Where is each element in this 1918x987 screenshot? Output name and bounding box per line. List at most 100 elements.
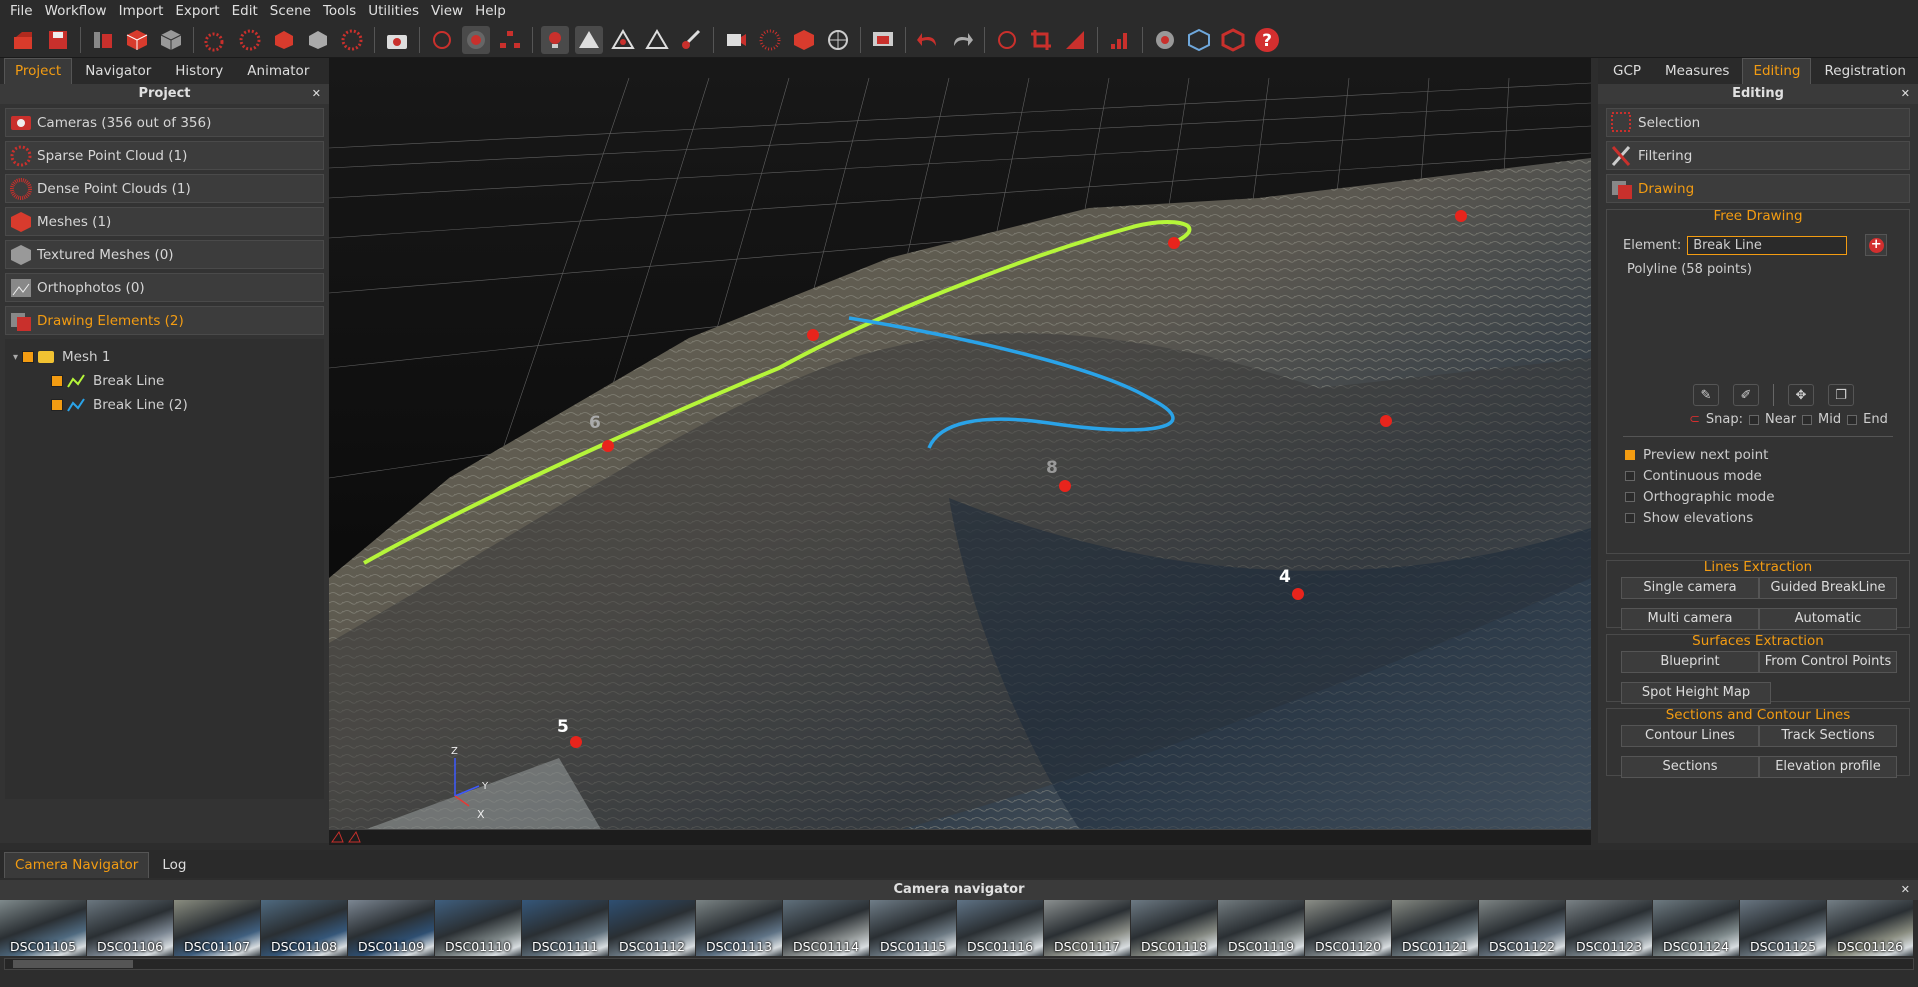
align-icon[interactable] bbox=[89, 26, 117, 54]
camera-thumbnail[interactable]: DSC01114 bbox=[783, 900, 869, 956]
camera-thumbnail[interactable]: DSC01124 bbox=[1653, 900, 1739, 956]
menu-file[interactable]: File bbox=[4, 3, 39, 19]
copy-icon[interactable]: ❐ bbox=[1828, 384, 1854, 406]
project-item-textured[interactable]: Textured Meshes (0) bbox=[5, 240, 324, 269]
tree-row-mesh[interactable]: ▾ Mesh 1 bbox=[5, 345, 324, 369]
brush-icon[interactable] bbox=[677, 26, 705, 54]
undo-icon[interactable] bbox=[914, 26, 942, 54]
help-icon[interactable]: ? bbox=[1253, 26, 1281, 54]
snap-mid-checkbox[interactable] bbox=[1802, 414, 1813, 425]
menu-export[interactable]: Export bbox=[169, 3, 225, 19]
gcp-marker[interactable] bbox=[1380, 415, 1392, 427]
checkbox[interactable] bbox=[1625, 491, 1635, 502]
video-camera-icon[interactable] bbox=[722, 26, 750, 54]
camera-thumbnail[interactable]: DSC01119 bbox=[1218, 900, 1304, 956]
elevation-profile-button[interactable]: Elevation profile bbox=[1759, 756, 1897, 778]
multi-camera-button[interactable]: Multi camera bbox=[1621, 608, 1759, 630]
gcp-marker[interactable] bbox=[1455, 210, 1467, 222]
triangle-wire-icon[interactable] bbox=[643, 26, 671, 54]
camera-thumbnail[interactable]: DSC01112 bbox=[609, 900, 695, 956]
tab-project[interactable]: Project bbox=[4, 58, 73, 84]
spot-height-map-button[interactable]: Spot Height Map bbox=[1621, 682, 1771, 704]
red-cube-icon[interactable] bbox=[1219, 26, 1247, 54]
tab-navigator[interactable]: Navigator bbox=[74, 58, 162, 84]
camera-thumbnail[interactable]: DSC01118 bbox=[1131, 900, 1217, 956]
collapse-icon[interactable]: ▾ bbox=[13, 352, 18, 363]
gcp-marker[interactable] bbox=[570, 736, 582, 748]
tree-row-breakline[interactable]: Break Line bbox=[5, 369, 324, 393]
tab-registration[interactable]: Registration bbox=[1813, 58, 1916, 84]
edit-polyline-icon[interactable]: ✎ bbox=[1693, 384, 1719, 406]
guided-breakline-button[interactable]: Guided BreakLine bbox=[1759, 577, 1897, 599]
menu-utilities[interactable]: Utilities bbox=[362, 3, 425, 19]
3d-viewport[interactable]: 6 8 4 5 Z Y X bbox=[329, 58, 1591, 843]
gcp-marker[interactable] bbox=[1168, 237, 1180, 249]
tab-editing[interactable]: Editing bbox=[1742, 58, 1812, 84]
dense-export-icon[interactable] bbox=[236, 26, 264, 54]
dot-sphere-icon[interactable] bbox=[756, 26, 784, 54]
opt-continuous[interactable]: Continuous mode bbox=[1607, 465, 1909, 486]
tab-measures[interactable]: Measures bbox=[1654, 58, 1740, 84]
ruler-icon[interactable] bbox=[1061, 26, 1089, 54]
settings-gear-icon[interactable] bbox=[1151, 26, 1179, 54]
redo-icon[interactable] bbox=[948, 26, 976, 54]
gcp-marker[interactable] bbox=[602, 440, 614, 452]
project-item-ortho[interactable]: Orthophotos (0) bbox=[5, 273, 324, 302]
snap-near-checkbox[interactable] bbox=[1749, 414, 1759, 425]
new-project-icon[interactable] bbox=[10, 26, 38, 54]
target-icon[interactable] bbox=[462, 25, 490, 54]
opt-elevations[interactable]: Show elevations bbox=[1607, 507, 1909, 528]
close-icon[interactable]: ✕ bbox=[312, 84, 321, 104]
mesh-cube-icon[interactable] bbox=[123, 26, 151, 54]
move-icon[interactable]: ✥ bbox=[1788, 384, 1814, 406]
tab-history[interactable]: History bbox=[164, 58, 234, 84]
project-item-drawing[interactable]: Drawing Elements (2) bbox=[5, 306, 324, 335]
blueprint-button[interactable]: Blueprint bbox=[1621, 651, 1759, 673]
menu-scene[interactable]: Scene bbox=[264, 3, 317, 19]
ortho-export-icon[interactable] bbox=[338, 26, 366, 54]
track-sections-button[interactable]: Track Sections bbox=[1759, 725, 1897, 747]
project-item-dense[interactable]: Dense Point Clouds (1) bbox=[5, 174, 324, 203]
menu-workflow[interactable]: Workflow bbox=[39, 3, 113, 19]
points-export-icon[interactable] bbox=[202, 26, 230, 54]
tab-log[interactable]: Log bbox=[151, 852, 197, 878]
camera-thumbnail[interactable]: DSC01105 bbox=[0, 900, 86, 956]
camera-thumbnail[interactable]: DSC01111 bbox=[522, 900, 608, 956]
checkbox-icon[interactable] bbox=[51, 375, 63, 387]
gcp-marker[interactable] bbox=[1059, 480, 1071, 492]
gcp-marker[interactable] bbox=[807, 329, 819, 341]
opt-orthographic[interactable]: Orthographic mode bbox=[1607, 486, 1909, 507]
tab-animator[interactable]: Animator bbox=[236, 58, 320, 84]
tab-camera-navigator[interactable]: Camera Navigator bbox=[4, 852, 150, 878]
menu-view[interactable]: View bbox=[425, 3, 469, 19]
camera-thumbnail[interactable]: DSC01110 bbox=[435, 900, 521, 956]
single-camera-button[interactable]: Single camera bbox=[1621, 577, 1759, 599]
rotate-icon[interactable] bbox=[993, 26, 1021, 54]
menu-edit[interactable]: Edit bbox=[226, 3, 264, 19]
checkbox[interactable] bbox=[1625, 470, 1635, 481]
texture-export-icon[interactable] bbox=[304, 26, 332, 54]
camera-icon[interactable] bbox=[383, 26, 411, 54]
triangle-solid-icon[interactable] bbox=[575, 25, 603, 54]
pencil-icon[interactable]: ✐ bbox=[1733, 384, 1759, 406]
camera-thumbnail[interactable]: DSC01123 bbox=[1566, 900, 1652, 956]
horizontal-scrollbar[interactable] bbox=[4, 958, 1914, 970]
project-item-cameras[interactable]: Cameras (356 out of 356) bbox=[5, 108, 324, 137]
element-field[interactable]: Break Line bbox=[1687, 235, 1848, 255]
checkbox-icon[interactable] bbox=[51, 399, 63, 411]
project-item-meshes[interactable]: Meshes (1) bbox=[5, 207, 324, 236]
camera-thumbnail[interactable]: DSC01109 bbox=[348, 900, 434, 956]
camera-thumbnail[interactable]: DSC01115 bbox=[870, 900, 956, 956]
tool-filtering[interactable]: Filtering bbox=[1606, 141, 1910, 170]
triangle-points-icon[interactable] bbox=[609, 26, 637, 54]
tab-gcp[interactable]: GCP bbox=[1602, 58, 1652, 84]
screenshot-icon[interactable] bbox=[869, 26, 897, 54]
camera-thumbnail[interactable]: DSC01108 bbox=[261, 900, 347, 956]
mesh-export-icon[interactable] bbox=[270, 26, 298, 54]
opt-preview[interactable]: Preview next point bbox=[1607, 444, 1909, 465]
close-icon[interactable]: ✕ bbox=[1901, 84, 1910, 104]
menu-import[interactable]: Import bbox=[113, 3, 170, 19]
camera-thumbnail[interactable]: DSC01117 bbox=[1044, 900, 1130, 956]
tool-drawing[interactable]: Drawing bbox=[1606, 174, 1910, 203]
tree-row-breakline-2[interactable]: Break Line (2) bbox=[5, 393, 324, 417]
